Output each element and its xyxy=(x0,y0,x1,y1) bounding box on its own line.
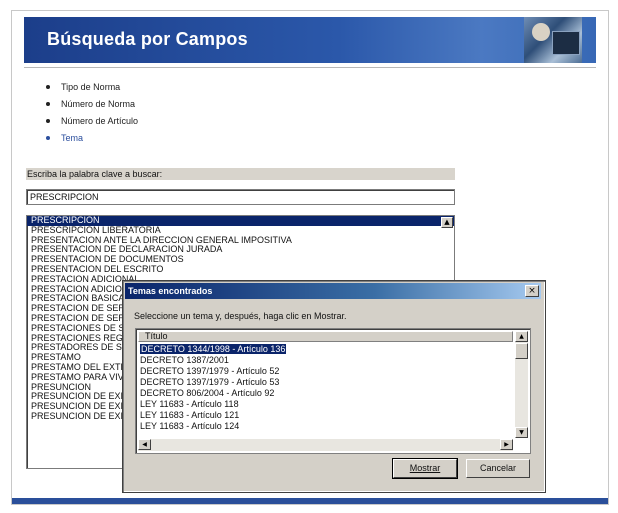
table-row[interactable]: LEY 11683 - Artículo 118 xyxy=(139,399,511,410)
results-list[interactable]: Título DECRETO 1344/1998 - Artículo 136 D… xyxy=(135,328,531,454)
menu-item-numero-articulo[interactable]: Número de Artículo xyxy=(46,115,138,132)
row-label: LEY 11683 - Artículo 124 xyxy=(140,421,240,431)
header-banner: Búsqueda por Campos xyxy=(24,17,596,63)
show-button-label: Mostrar xyxy=(409,463,441,473)
table-row[interactable]: DECRETO 1397/1979 - Artículo 52 xyxy=(139,366,511,377)
table-row[interactable]: LEY 11683 - Artículo 124 xyxy=(139,421,511,432)
table-row[interactable]: DECRETO 1397/1979 - Artículo 53 xyxy=(139,377,511,388)
row-label: DECRETO 1344/1998 - Artículo 136 xyxy=(140,344,287,354)
menu-item-tema[interactable]: Tema xyxy=(46,132,138,149)
dialog-titlebar[interactable]: Temas encontrados × xyxy=(125,283,541,299)
keyword-input[interactable]: PRESCRIPCION xyxy=(26,189,455,205)
row-label: DECRETO 1397/1979 - Artículo 52 xyxy=(140,366,280,376)
dialog-title: Temas encontrados xyxy=(128,286,213,296)
search-type-menu: Tipo de Norma Número de Norma Número de … xyxy=(46,81,138,149)
row-label: DECRETO 806/2004 - Artículo 92 xyxy=(140,388,275,398)
scrollbar-thumb[interactable] xyxy=(515,343,528,359)
row-label: LEY 11683 - Artículo 118 xyxy=(140,399,239,409)
column-header-titulo[interactable]: Título xyxy=(138,331,513,342)
keyword-label: Escriba la palabra clave a buscar: xyxy=(26,168,455,180)
row-label: DECRETO 1387/2001 xyxy=(140,355,229,365)
footer-bar xyxy=(12,498,608,504)
scroll-left-icon[interactable]: ◀ xyxy=(138,439,151,450)
cancel-button[interactable]: Cancelar xyxy=(466,459,530,478)
row-label: DECRETO 1397/1979 - Artículo 53 xyxy=(140,377,280,387)
page-title: Búsqueda por Campos xyxy=(47,29,248,49)
scroll-right-icon[interactable]: ▶ xyxy=(500,439,513,450)
scroll-up-arrow-icon[interactable]: ▲ xyxy=(441,217,453,228)
row-label: LEY 11683 - Artículo 121 xyxy=(140,410,240,420)
vertical-scrollbar[interactable]: ▲ ▼ xyxy=(515,331,528,438)
dialog-instruction: Seleccione un tema y, después, haga clic… xyxy=(134,311,347,321)
menu-item-numero-norma[interactable]: Número de Norma xyxy=(46,98,138,115)
table-row[interactable]: DECRETO 1344/1998 - Artículo 136 xyxy=(139,344,511,355)
table-row[interactable]: DECRETO 1387/2001 xyxy=(139,355,511,366)
scroll-down-icon[interactable]: ▼ xyxy=(515,427,528,438)
temas-dialog: Temas encontrados × Seleccione un tema y… xyxy=(122,280,546,493)
horizontal-scrollbar[interactable]: ◀ ▶ xyxy=(138,439,513,451)
show-button[interactable]: Mostrar xyxy=(392,458,458,479)
table-row[interactable]: LEY 11683 - Artículo 121 xyxy=(139,410,511,421)
divider xyxy=(24,67,596,68)
banner-photo xyxy=(524,17,582,63)
close-icon[interactable]: × xyxy=(525,285,539,297)
menu-item-tipo-norma[interactable]: Tipo de Norma xyxy=(46,81,138,98)
table-row[interactable]: DECRETO 806/2004 - Artículo 92 xyxy=(139,388,511,399)
scroll-up-icon[interactable]: ▲ xyxy=(515,331,528,342)
